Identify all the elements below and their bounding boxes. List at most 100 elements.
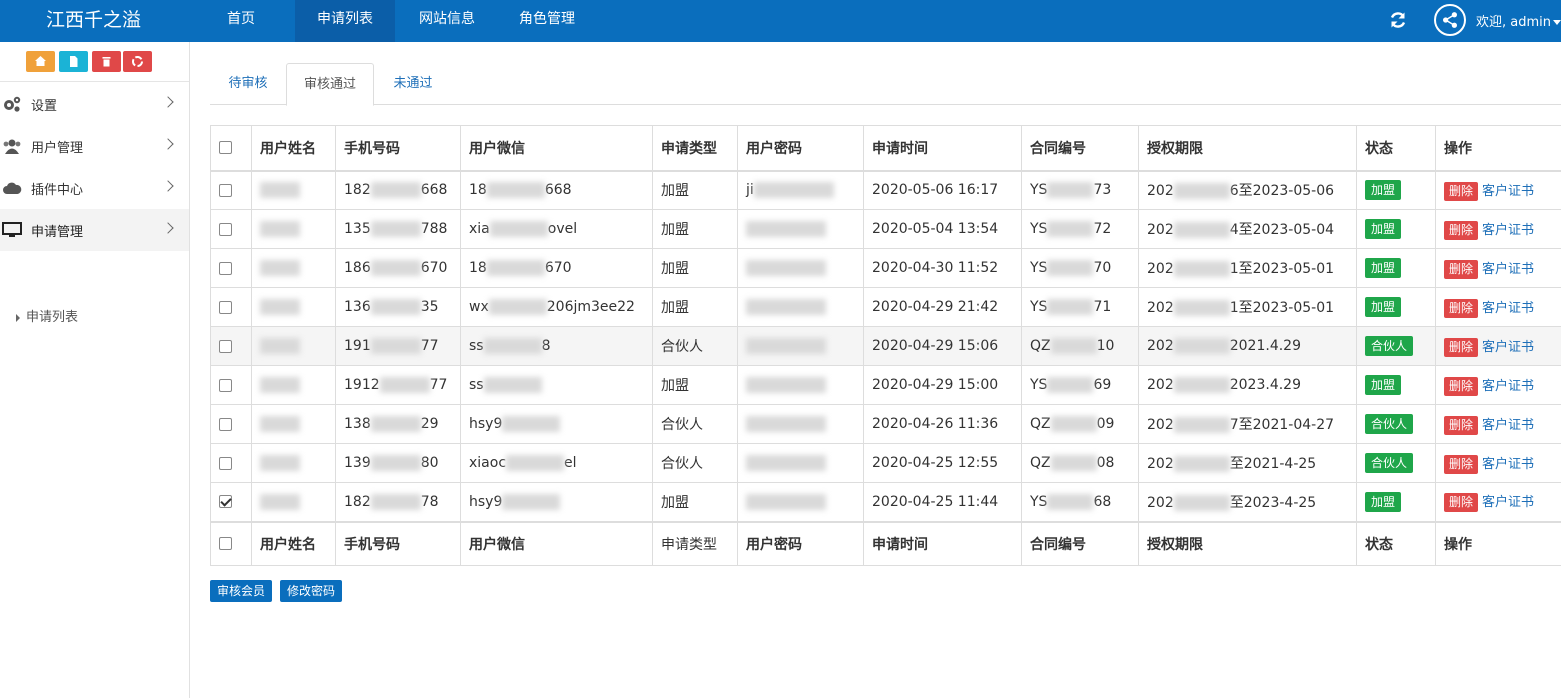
tab-approved[interactable]: 审核通过 [286,63,374,106]
phone-suffix: 670 [420,260,448,276]
customer-certificate-link[interactable]: 客户证书 [1482,495,1534,510]
row-checkbox[interactable] [219,339,232,353]
phone-prefix: 138 [344,416,371,432]
customer-certificate-link[interactable]: 客户证书 [1482,379,1534,394]
phone-suffix: 29 [420,416,439,432]
contract-no-cell: QZ 10 [1021,326,1139,366]
col-actions: 操作 [1435,125,1561,172]
row-checkbox[interactable] [219,417,232,431]
table-row[interactable]: 136 35 wx 206jm3ee22 加盟 2020-04-29 21:42 YS 71 2… [210,287,1561,327]
redacted-name [260,260,300,276]
customer-certificate-link[interactable]: 客户证书 [1482,184,1534,199]
phone-suffix: 77 [420,338,439,354]
nav-home[interactable]: 首页 [210,0,272,42]
delete-button[interactable]: 删除 [1444,337,1479,357]
apply-time-cell: 2020-04-29 15:06 [863,326,1022,366]
customer-certificate-link[interactable]: 客户证书 [1482,340,1534,355]
applications-table: 用户姓名 手机号码 用户微信 申请类型 用户密码 申请时间 合同编号 授权期限 … [210,125,1561,566]
row-checkbox[interactable] [219,378,232,392]
delete-button[interactable]: 删除 [1444,415,1479,435]
row-checkbox[interactable] [219,222,232,236]
redaction-mask [370,338,421,354]
apply-type-cell: 加盟 [652,170,738,210]
table-row[interactable]: 182 78 hsy9 加盟 2020-04-25 11:44 YS 68 202 至2023-… [210,482,1561,522]
delete-button[interactable]: 删除 [1444,220,1479,240]
share-avatar-icon[interactable] [1434,4,1466,36]
delete-button[interactable]: 删除 [1444,376,1479,396]
table-row[interactable]: 182 668 18 668 加盟 ji 2020-05-06 16:17 YS 73 202 6至… [210,170,1561,210]
trash-shortcut-button[interactable] [92,51,121,72]
delete-button[interactable]: 删除 [1444,181,1479,201]
select-all-footer-checkbox[interactable] [219,537,232,551]
redaction-mask [1173,417,1230,433]
phone-cell: 138 29 [335,404,461,444]
row-checkbox[interactable] [219,456,232,470]
customer-certificate-link[interactable]: 客户证书 [1482,301,1534,316]
contract-prefix: YS [1030,493,1048,510]
row-checkbox[interactable] [219,261,232,275]
delete-button[interactable]: 删除 [1444,298,1479,318]
row-select-cell [210,326,252,366]
customer-certificate-link[interactable]: 客户证书 [1482,223,1534,238]
table-row[interactable]: 138 29 hsy9 合伙人 2020-04-26 11:36 QZ 09 202 7至202… [210,404,1561,444]
select-all-checkbox[interactable] [219,141,232,155]
row-checkbox[interactable] [219,183,232,197]
actions-cell: 删除 客户证书 [1435,404,1561,444]
nav-application-list[interactable]: 申请列表 [295,0,395,42]
sidebar-subitem-application-list[interactable]: 申请列表 [16,306,78,325]
nav-role-management[interactable]: 角色管理 [510,0,584,42]
table-row[interactable]: 191 77 ss 8 合伙人 2020-04-29 15:06 QZ 10 202 2021.4… [210,326,1561,366]
table-row[interactable]: 139 80 xiaoc el 合伙人 2020-04-25 12:55 QZ 08 202 至2… [210,443,1561,483]
redaction-mask [486,260,545,276]
delete-button[interactable]: 删除 [1444,493,1479,513]
redaction-mask [1047,260,1094,276]
sidebar-item-application-management[interactable]: 申请管理 [0,209,189,251]
col-apply-time: 申请时间 [863,125,1022,172]
term-prefix: 202 [1147,338,1174,354]
table-row[interactable]: 186 670 18 670 加盟 2020-04-30 11:52 YS 70 202 1至20… [210,248,1561,288]
table-row[interactable]: 1912 77 ss 加盟 2020-04-29 15:00 YS 69 202 2023.4.… [210,365,1561,405]
auth-term-cell: 202 1至2023-05-01 [1138,287,1357,327]
sidebar-item-plugin-center[interactable]: 插件中心 [0,167,189,209]
nav-site-info[interactable]: 网站信息 [410,0,484,42]
password-cell [737,209,864,249]
phone-suffix: 78 [420,493,439,510]
brand-title[interactable]: 江西千之溢 [46,6,141,34]
status-tabs: 待审核 审核通过 未通过 [210,63,1561,106]
cloud-icon [3,182,22,194]
tab-pending[interactable]: 待审核 [210,63,286,105]
customer-certificate-link[interactable]: 客户证书 [1482,418,1534,433]
recycle-shortcut-button[interactable] [123,51,152,72]
sidebar-item-settings[interactable]: 设置 [0,83,189,125]
chevron-down-icon [1553,20,1561,25]
tab-rejected[interactable]: 未通过 [374,63,452,105]
status-cell: 加盟 [1356,170,1436,210]
row-checkbox[interactable] [219,300,232,314]
user-menu[interactable]: 欢迎, admin [1476,11,1561,30]
phone-cell: 139 80 [335,443,461,483]
col-status-footer: 状态 [1356,520,1436,566]
status-badge: 加盟 [1365,491,1402,512]
delete-button[interactable]: 删除 [1444,454,1479,474]
contract-prefix: YS [1030,299,1048,315]
change-password-button[interactable]: 修改密码 [280,580,343,602]
wechat-suffix: 668 [544,182,572,199]
top-navbar: 江西千之溢 首页 申请列表 网站信息 角色管理 欢迎, admin [0,0,1561,42]
sidebar-item-user-management[interactable]: 用户管理 [0,125,189,167]
redaction-mask [746,221,826,237]
home-shortcut-button[interactable] [26,51,55,72]
customer-certificate-link[interactable]: 客户证书 [1482,457,1534,472]
apply-time-cell: 2020-04-25 12:55 [863,443,1022,483]
customer-certificate-link[interactable]: 客户证书 [1482,262,1534,277]
sidebar-subitem-label: 申请列表 [26,310,79,325]
delete-button[interactable]: 删除 [1444,259,1479,279]
row-checkbox[interactable] [219,495,232,509]
phone-suffix: 788 [420,221,448,237]
wechat-cell: 18 668 [460,170,653,210]
file-shortcut-button[interactable] [59,51,88,72]
approve-member-button[interactable]: 审核会员 [210,580,273,602]
table-row[interactable]: 135 788 xia ovel 加盟 2020-05-04 13:54 YS 72 202 4至… [210,209,1561,249]
refresh-icon[interactable] [1388,10,1408,30]
wechat-cell: xiaoc el [460,443,653,483]
col-actions-footer: 操作 [1435,520,1561,566]
